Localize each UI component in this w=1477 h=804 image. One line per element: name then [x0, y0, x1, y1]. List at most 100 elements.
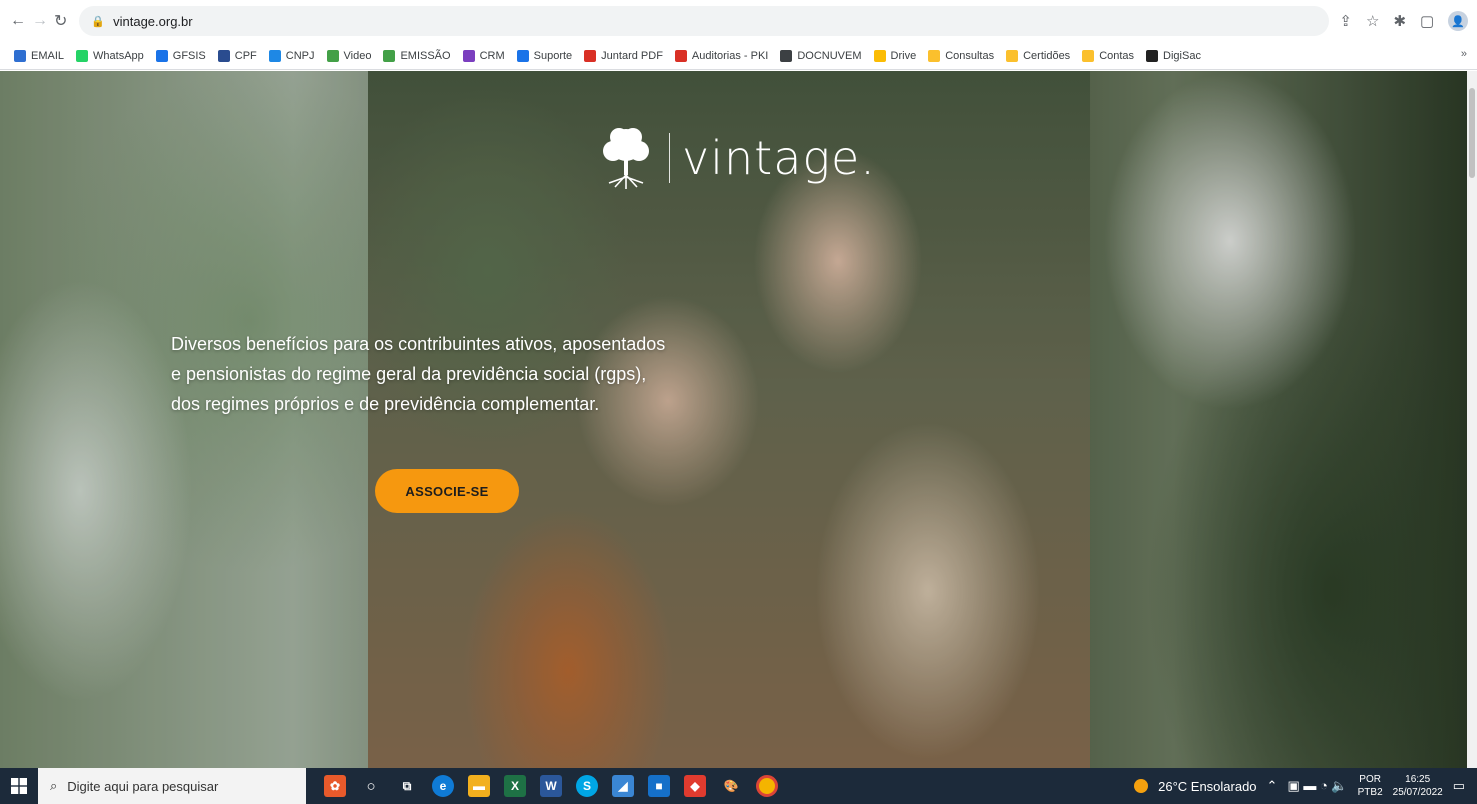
task-view-icon[interactable]: ⧉: [396, 775, 418, 797]
back-icon[interactable]: ←: [10, 10, 26, 32]
bookmark-icon: [14, 49, 26, 62]
window-icon[interactable]: ▢: [1420, 12, 1434, 30]
bookmark-item[interactable]: EMAIL: [14, 49, 65, 62]
chrome-icon[interactable]: [756, 775, 778, 797]
paint-icon[interactable]: 🎨: [720, 775, 742, 797]
bookmark-item[interactable]: Certidões: [1006, 49, 1071, 62]
bookmark-icon: [674, 49, 687, 62]
bookmark-label: Consultas: [945, 49, 995, 62]
profile-avatar-icon[interactable]: 👤: [1448, 11, 1469, 31]
bookmark-item[interactable]: Video: [326, 49, 372, 62]
logo-wordmark: vintage.: [682, 131, 876, 185]
bookmark-label: Auditorias - PKI: [691, 49, 769, 62]
word-icon[interactable]: W: [540, 775, 562, 797]
skype-icon[interactable]: S: [576, 775, 598, 797]
edge-icon[interactable]: e: [432, 775, 454, 797]
bookmark-icon: [1006, 49, 1019, 62]
forward-icon[interactable]: →: [32, 10, 48, 32]
taskbar-search-placeholder: Digite aqui para pesquisar: [67, 778, 219, 794]
site-logo[interactable]: vintage.: [595, 123, 876, 193]
taskbar-search[interactable]: ⌕ Digite aqui para pesquisar: [38, 768, 306, 804]
cortana-icon[interactable]: ○: [360, 775, 382, 797]
file-explorer-icon[interactable]: ▬: [468, 775, 490, 797]
hero-line: Diversos benefícios para os contribuinte…: [171, 334, 666, 354]
bookmark-label: EMAIL: [31, 49, 65, 62]
share-icon[interactable]: ⇪: [1339, 12, 1352, 30]
bookmark-item[interactable]: EMISSÃO: [383, 49, 451, 62]
bookmarks-bar: EMAIL WhatsApp GFSIS CPF CNPJ Video EMISSÃO CRM…: [0, 42, 1477, 70]
excel-icon[interactable]: X: [504, 775, 526, 797]
bookmark-label: CNPJ: [285, 49, 315, 62]
bookmark-item[interactable]: Contas: [1082, 49, 1135, 62]
logo-divider: [669, 133, 670, 183]
weather-sun-icon: [1134, 779, 1149, 793]
bookmark-label: EMISSÃO: [400, 49, 451, 62]
windows-taskbar: ⌕ Digite aqui para pesquisar ✿ ○ ⧉ e ▬ X…: [0, 768, 1477, 804]
bookmark-label: WhatsApp: [93, 49, 144, 62]
lang-top: POR: [1359, 774, 1381, 785]
bookmark-item[interactable]: Drive: [873, 49, 916, 62]
bookmark-icon: [326, 49, 339, 62]
app-icon[interactable]: ◢: [612, 775, 634, 797]
tree-logo-icon: [603, 128, 649, 189]
star-icon[interactable]: ☆: [1366, 12, 1379, 30]
bookmark-icon: [383, 49, 396, 62]
bookmark-label: Video: [343, 49, 372, 62]
notifications-icon[interactable]: ▭: [1453, 778, 1465, 794]
bookmark-item[interactable]: Consultas: [928, 49, 995, 62]
start-button[interactable]: [0, 768, 38, 804]
clock[interactable]: 16:25 25/07/2022: [1393, 773, 1443, 799]
clock-time: 16:25: [1405, 774, 1431, 785]
bookmark-item[interactable]: Auditorias - PKI: [674, 49, 769, 62]
bookmark-item[interactable]: CRM: [462, 49, 505, 62]
bookmark-label: CPF: [234, 49, 257, 62]
bookmark-icon: [780, 49, 793, 62]
tray-icons[interactable]: ▣ ▬ ◔ 🔈: [1287, 778, 1347, 794]
hero-line: e pensionistas do regime geral da previd…: [171, 364, 647, 384]
bookmark-item[interactable]: CPF: [217, 49, 257, 62]
bookmark-icon: [928, 49, 941, 62]
browser-toolbar: ← → ↻ 🔒 vintage.org.br ⇪ ☆ ✱ ▢ 👤 ⋮: [0, 0, 1477, 42]
chevron-up-icon[interactable]: ⌃: [1267, 778, 1278, 794]
bookmark-label: Certidões: [1023, 49, 1071, 62]
bookmark-label: DigiSac: [1163, 49, 1201, 62]
search-icon: ⌕: [50, 778, 58, 793]
bookmark-item[interactable]: WhatsApp: [76, 49, 144, 62]
address-bar[interactable]: 🔒 vintage.org.br: [79, 6, 1330, 36]
bookmark-icon: [516, 49, 529, 62]
language-indicator[interactable]: POR PTB2: [1358, 773, 1383, 799]
bookmark-item[interactable]: DigiSac: [1146, 49, 1201, 62]
extensions-icon[interactable]: ✱: [1393, 12, 1406, 30]
bookmark-item[interactable]: Juntard PDF: [584, 49, 663, 62]
windows-logo-icon: [11, 778, 27, 794]
bookmark-label: Contas: [1099, 49, 1135, 62]
clock-date: 25/07/2022: [1392, 787, 1443, 798]
bookmark-icon: [217, 49, 230, 62]
bookmark-item[interactable]: DOCNUVEM: [780, 49, 862, 62]
hero-section: vintage. Diversos benefícios para os con…: [0, 71, 1467, 768]
anydesk-icon[interactable]: ◆: [684, 775, 706, 797]
bookmark-label: DOCNUVEM: [797, 49, 862, 62]
widget-icon[interactable]: ✿: [324, 775, 346, 797]
bookmark-item[interactable]: CNPJ: [268, 49, 315, 62]
bookmark-icon: [155, 49, 168, 62]
bookmark-item[interactable]: Suporte: [516, 49, 572, 62]
url-text: vintage.org.br: [113, 13, 193, 29]
bookmark-item[interactable]: GFSIS: [155, 49, 206, 62]
bookmark-icon: [1146, 49, 1159, 62]
bookmark-icon: [268, 49, 281, 62]
bookmark-icon: [873, 49, 886, 62]
store-icon[interactable]: ■: [648, 775, 670, 797]
associe-se-button[interactable]: ASSOCIE-SE: [375, 469, 519, 513]
hero-line: dos regimes próprios e de previdência co…: [171, 394, 600, 414]
taskbar-apps: ✿ ○ ⧉ e ▬ X W S ◢ ■ ◆ 🎨: [324, 775, 778, 797]
bookmark-icon: [76, 49, 89, 62]
weather-text[interactable]: 26°C Ensolarado: [1158, 779, 1256, 794]
scrollbar-thumb[interactable]: [1469, 88, 1475, 178]
bookmark-icon: [462, 49, 475, 62]
bookmark-icon: [1082, 49, 1095, 62]
toolbar-actions: ⇪ ☆ ✱ ▢ 👤 ⋮: [1339, 11, 1477, 31]
reload-icon[interactable]: ↻: [54, 10, 67, 32]
lang-bottom: PTB2: [1357, 787, 1383, 798]
bookmarks-overflow-icon[interactable]: »: [1461, 48, 1467, 60]
